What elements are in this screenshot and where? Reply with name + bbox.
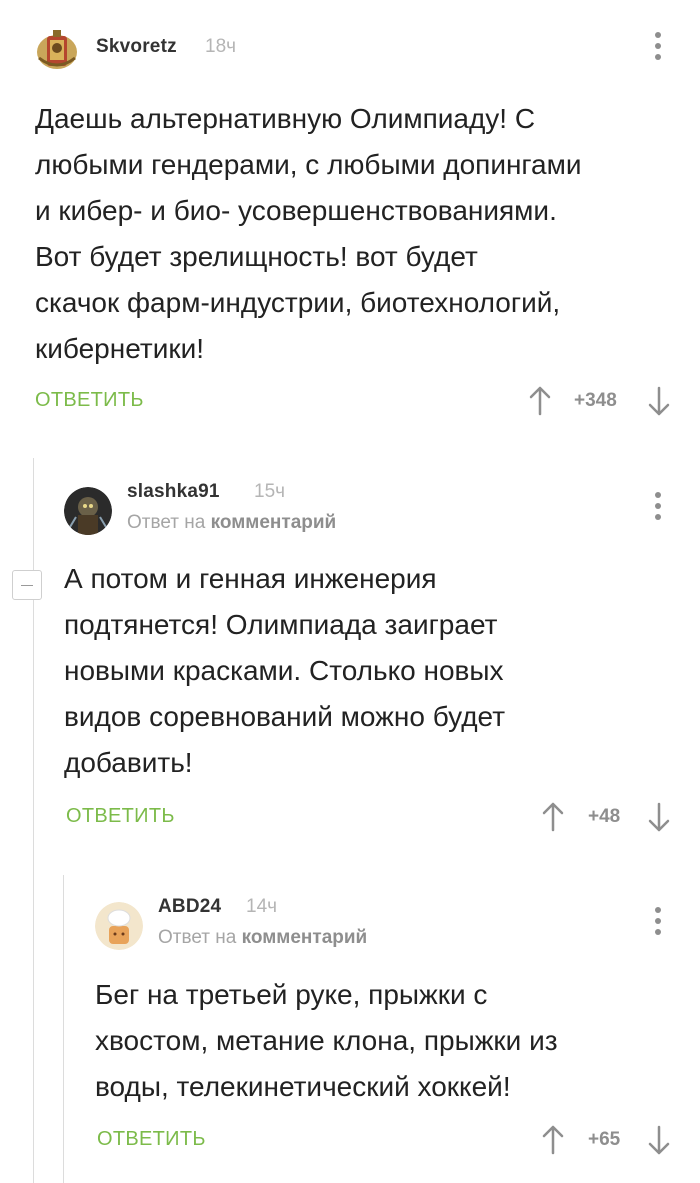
comment-text: Бег на третьей руке, прыжки с хвостом, м… <box>95 972 558 1110</box>
comment-username[interactable]: slashka91 <box>127 481 220 503</box>
reply-button[interactable]: ОТВЕТИТЬ <box>97 1128 206 1151</box>
rating-value: +65 <box>588 1129 621 1150</box>
comment-text: А потом и генная инженерия подтянется! О… <box>64 556 505 786</box>
reply-to-prefix: Ответ на <box>158 927 237 948</box>
comment-text-line: Бег на третьей руке, прыжки с <box>95 979 488 1010</box>
comment-time: 18ч <box>205 36 237 57</box>
comment-time: 15ч <box>254 481 286 502</box>
comment-text-line: видов соревнований можно будет <box>64 701 506 732</box>
comment-text-line: любыми гендерами, с любыми допингами <box>35 149 582 180</box>
comment-text-line: добавить! <box>64 747 193 778</box>
rating-value: +48 <box>588 806 621 827</box>
reply-button[interactable]: ОТВЕТИТЬ <box>35 389 144 412</box>
reply-to-label: Ответ на комментарий <box>158 927 367 949</box>
arrow-down-icon[interactable] <box>647 1125 671 1155</box>
comment-time: 14ч <box>246 896 278 917</box>
comment-text-line: кибернетики! <box>35 333 204 364</box>
comment-text-line: подтянется! Олимпиада заиграет <box>64 609 498 640</box>
emblem-avatar[interactable] <box>35 28 79 72</box>
comment-text-line: воды, телекинетический хоккей! <box>95 1071 511 1102</box>
comment-username[interactable]: ABD24 <box>158 896 221 918</box>
more-vertical-icon[interactable] <box>651 31 665 61</box>
reply-to-link[interactable]: комментарий <box>211 512 337 533</box>
comment-text-line: скачок фарм-индустрии, биотехнологий, <box>35 287 561 318</box>
reply-to-link[interactable]: комментарий <box>242 927 368 948</box>
more-vertical-icon[interactable] <box>651 491 665 521</box>
reply-to-prefix: Ответ на <box>127 512 206 533</box>
arrow-down-icon[interactable] <box>647 386 671 416</box>
comment-text: Даешь альтернативную Олимпиаду! С любыми… <box>35 96 582 372</box>
comment-text-line: Вот будет зрелищность! вот будет <box>35 241 478 272</box>
arrow-up-icon[interactable] <box>528 386 552 416</box>
arrow-up-icon[interactable] <box>541 1125 565 1155</box>
comment-username[interactable]: Skvoretz <box>96 36 177 58</box>
portrait-avatar[interactable] <box>64 487 112 535</box>
collapse-thread-button[interactable] <box>12 570 42 600</box>
reply-to-label: Ответ на комментарий <box>127 512 336 534</box>
rating-value: +348 <box>574 390 617 411</box>
arrow-up-icon[interactable] <box>541 802 565 832</box>
thread-line-level-1 <box>33 458 34 1183</box>
arrow-down-icon[interactable] <box>647 802 671 832</box>
comment-text-line: и кибер- и био- усовершенствованиями. <box>35 195 557 226</box>
comment-text-line: новыми красками. Столько новых <box>64 655 504 686</box>
reply-button[interactable]: ОТВЕТИТЬ <box>66 805 175 828</box>
comment-text-line: Даешь альтернативную Олимпиаду! С <box>35 103 536 134</box>
comment-text-line: хвостом, метание клона, прыжки из <box>95 1025 558 1056</box>
comment-text-line: А потом и генная инженерия <box>64 563 437 594</box>
thread-line-level-2 <box>63 875 64 1183</box>
chef-avatar[interactable] <box>95 902 143 950</box>
more-vertical-icon[interactable] <box>651 906 665 936</box>
